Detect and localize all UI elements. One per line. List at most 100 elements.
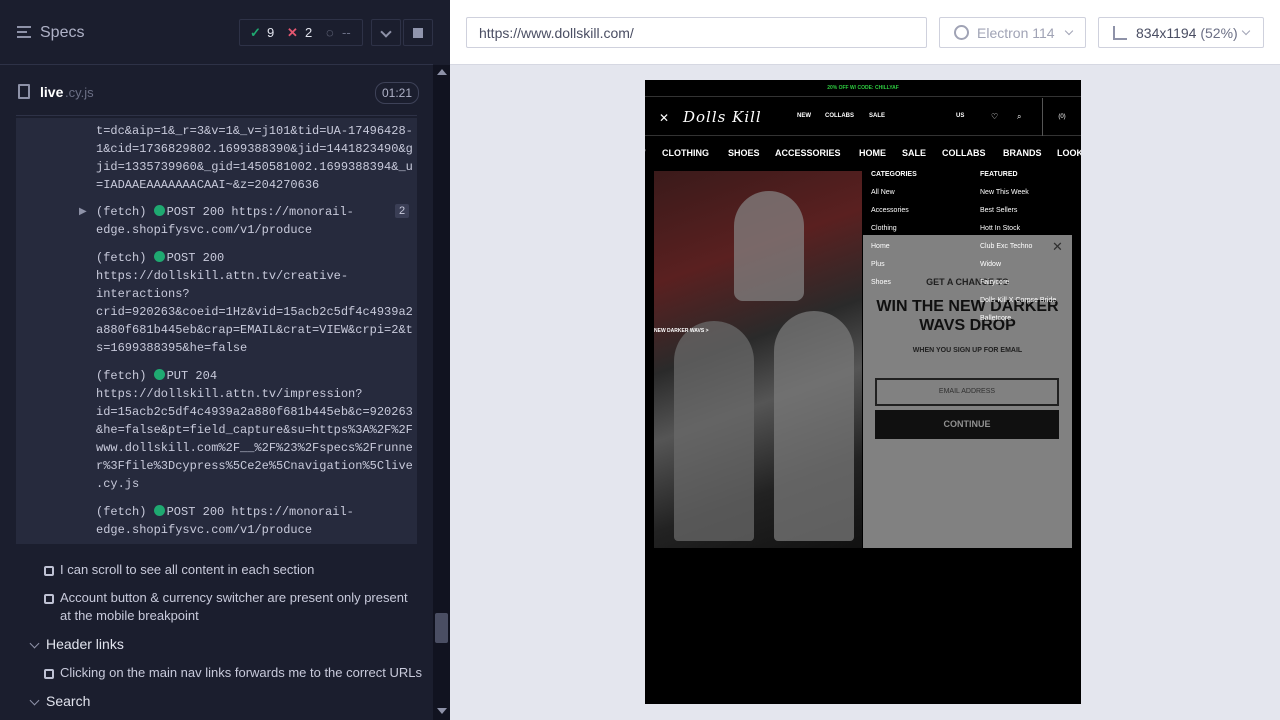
log-entry-type: (fetch) xyxy=(96,505,154,519)
suite-search[interactable]: Search xyxy=(46,693,90,709)
search-icon[interactable]: ⌕ xyxy=(1017,112,1021,122)
log-entry[interactable]: (fetch) POST 200 https://monorail- edge.… xyxy=(96,503,354,539)
app-under-test-frame[interactable]: 20% OFF W/ CODE: CHILLYAF ✕ Dolls Kill N… xyxy=(645,80,1081,704)
command-log: t=dc&aip=1&_r=3&v=1&_v=j101&tid=UA-17496… xyxy=(16,118,417,544)
chevron-down-icon[interactable] xyxy=(29,695,40,706)
currency-switcher[interactable]: US xyxy=(956,113,964,119)
specs-title[interactable]: Specs xyxy=(40,24,84,42)
log-entry-type: (fetch) xyxy=(96,369,154,383)
menu-categories-title: CATEGORIES xyxy=(871,171,917,178)
cat-nav-item[interactable]: HOME xyxy=(859,148,886,158)
log-entry[interactable]: (fetch) PUT 204 https://dollskill.attn.t… xyxy=(96,367,413,493)
continue-button[interactable]: CONTINUE xyxy=(875,410,1059,439)
menu-featured-title: FEATURED xyxy=(980,171,1018,178)
test-pending-checkbox-icon xyxy=(44,566,54,576)
test-title[interactable]: Clicking on the main nav links forwards … xyxy=(60,664,430,682)
test-stats: ✓ 9 ✕ 2 ◌ -- xyxy=(239,19,363,46)
cat-nav-item[interactable]: SALE xyxy=(902,148,926,158)
spec-file-ext: .cy.js xyxy=(65,85,94,100)
test-pending-checkbox-icon xyxy=(44,669,54,679)
cat-nav-item[interactable]: SHOES xyxy=(728,148,760,158)
cat-nav-item[interactable]: / xyxy=(645,148,646,158)
passed-check-icon: ✓ xyxy=(250,25,261,40)
suite-header-links[interactable]: Header links xyxy=(46,636,124,652)
test-title[interactable]: Account button & currency switcher are p… xyxy=(60,589,420,625)
aut-header: https://www.dollskill.com/ Electron 114 … xyxy=(450,0,1280,65)
log-entry-message: PUT 204 https://dollskill.attn.tv/impres… xyxy=(96,369,413,491)
cat-nav-item[interactable]: BRANDS xyxy=(1003,148,1042,158)
nav-sale[interactable]: SALE xyxy=(869,113,885,119)
stop-button[interactable] xyxy=(403,19,433,46)
menu-item[interactable]: Hott In Stock xyxy=(980,220,1056,238)
log-entry-message: POST 200 https://dollskill.attn.tv/creat… xyxy=(96,251,413,355)
menu-item[interactable]: Best Sellers xyxy=(980,202,1056,220)
spec-file-name[interactable]: live xyxy=(40,84,63,100)
app-preview-panel: https://www.dollskill.com/ Electron 114 … xyxy=(450,0,1280,720)
menu-item[interactable]: Plus xyxy=(871,256,917,274)
log-entry[interactable]: (fetch) POST 200 https://monorail- edge.… xyxy=(96,203,354,239)
scroll-down-arrow-icon[interactable] xyxy=(437,708,447,714)
scrollbar-thumb[interactable] xyxy=(435,613,448,643)
menu-item[interactable]: Balletcore xyxy=(980,310,1056,328)
cat-nav-item[interactable]: LOOK xyxy=(1057,148,1081,158)
browser-selector[interactable]: Electron 114 xyxy=(939,17,1086,48)
viewport-info[interactable]: 834x1194 (52%) xyxy=(1098,17,1264,48)
cat-nav-item[interactable]: COLLABS xyxy=(942,148,986,158)
electron-icon xyxy=(954,25,969,40)
cat-nav-item[interactable]: CLOTHING xyxy=(662,148,709,158)
url-display[interactable]: https://www.dollskill.com/ xyxy=(466,17,927,48)
viewport-scale: (52%) xyxy=(1200,25,1238,41)
status-dot-icon xyxy=(153,505,165,516)
command-log-panel: Specs ✓ 9 ✕ 2 ◌ -- live .cy.js 01:21 t=d… xyxy=(0,0,450,720)
menu-item[interactable]: Clothing xyxy=(871,220,917,238)
chevron-down-icon xyxy=(1064,26,1074,36)
menu-item[interactable]: Club Exc Techno xyxy=(980,238,1056,256)
chevron-down-icon[interactable] xyxy=(29,638,40,649)
reporter-scrollbar[interactable] xyxy=(433,65,450,720)
nav-new[interactable]: NEW xyxy=(797,113,811,119)
test-pending-checkbox-icon xyxy=(44,594,54,604)
modal-subtitle: WHEN YOU SIGN UP FOR EMAIL xyxy=(912,347,1023,354)
menu-item[interactable]: Shoes xyxy=(871,274,917,292)
test-title[interactable]: I can scroll to see all content in each … xyxy=(60,561,420,579)
log-entry-type: (fetch) xyxy=(96,205,154,219)
cart-button[interactable]: (0) xyxy=(1042,98,1081,136)
expand-arrow-icon[interactable]: ▶ xyxy=(79,206,87,217)
reporter-header: Specs ✓ 9 ✕ 2 ◌ -- xyxy=(0,0,433,65)
menu-item[interactable]: Fairycore xyxy=(980,274,1056,292)
email-field[interactable]: EMAIL ADDRESS xyxy=(875,378,1059,406)
close-icon[interactable]: ✕ xyxy=(659,111,669,125)
log-entry-type: (fetch) xyxy=(96,251,154,265)
toggle-auto-scroll-button[interactable] xyxy=(371,19,401,46)
hero-link[interactable]: NEW DARKER WAVS > xyxy=(654,328,709,334)
promo-banner[interactable]: 20% OFF W/ CODE: CHILLYAF xyxy=(645,80,1081,97)
site-header: ✕ Dolls Kill NEW COLLABS SALE US ♡ ⌕ (0) xyxy=(645,98,1081,136)
failed-count: 2 xyxy=(305,25,313,40)
menu-item[interactable]: Widow xyxy=(980,256,1056,274)
menu-featured: FEATURED New This Week Best Sellers Hott… xyxy=(980,166,1056,328)
spec-file-header: live .cy.js 01:21 xyxy=(16,76,420,116)
status-dot-icon xyxy=(153,251,165,262)
menu-item[interactable]: Home xyxy=(871,238,917,256)
scroll-up-arrow-icon[interactable] xyxy=(437,69,447,75)
hero-figure xyxy=(734,191,804,301)
status-dot-icon xyxy=(153,369,165,380)
ruler-icon xyxy=(1113,26,1127,40)
menu-item[interactable]: All New xyxy=(871,184,917,202)
heart-icon[interactable]: ♡ xyxy=(991,112,998,121)
menu-item[interactable]: Accessories xyxy=(871,202,917,220)
chevron-down-icon xyxy=(380,26,392,38)
hero-image[interactable] xyxy=(654,171,862,548)
site-logo[interactable]: Dolls Kill xyxy=(683,108,762,126)
stop-icon xyxy=(413,28,423,38)
document-icon xyxy=(18,84,30,99)
menu-item[interactable]: Dolls Kill X Corpse Bride xyxy=(980,292,1056,310)
cat-nav-item[interactable]: ACCESSORIES xyxy=(775,148,841,158)
nav-collabs[interactable]: COLLABS xyxy=(825,113,854,119)
specs-list-icon[interactable] xyxy=(17,26,31,38)
menu-item[interactable]: New This Week xyxy=(980,184,1056,202)
failed-x-icon: ✕ xyxy=(287,25,298,40)
hero-figure xyxy=(774,311,854,541)
log-entry[interactable]: (fetch) POST 200 https://dollskill.attn.… xyxy=(96,249,413,357)
log-entry-text: t=dc&aip=1&_r=3&v=1&_v=j101&tid=UA-17496… xyxy=(96,124,413,192)
